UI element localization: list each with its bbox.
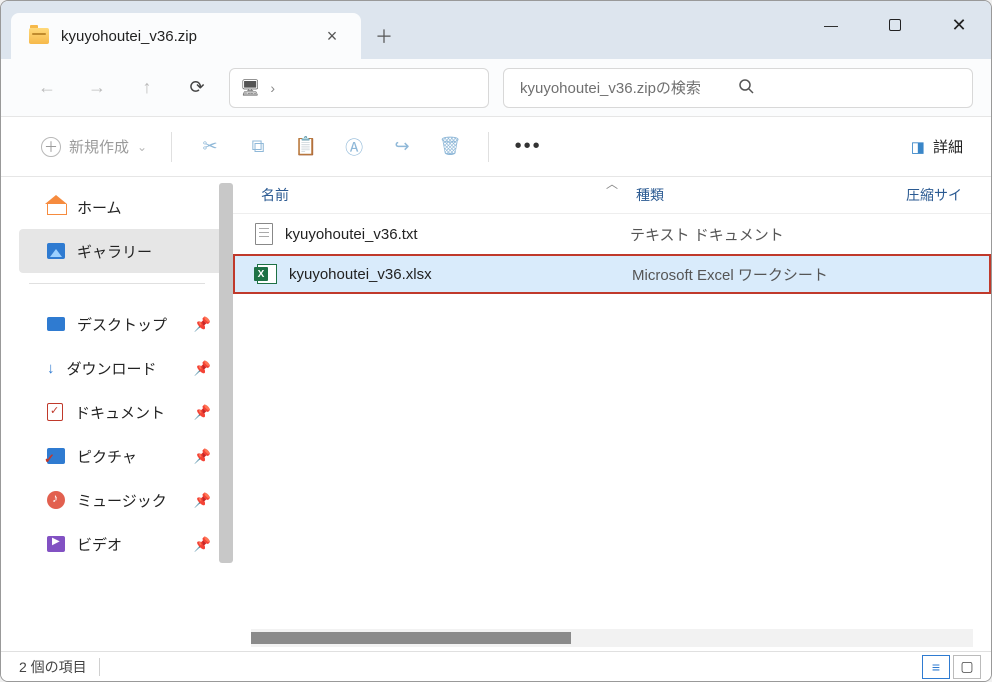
sidebar: ホーム ギャラリー デスクトップ 📌 ↓ ダウンロード 📌 ドキュメント 📌 [1, 177, 233, 651]
more-button[interactable]: ••• [503, 135, 553, 158]
column-name[interactable]: 名前 [261, 185, 636, 205]
plus-circle-icon: ＋ [41, 137, 61, 157]
pin-icon[interactable]: 📌 [194, 316, 211, 333]
home-icon [47, 199, 65, 215]
back-button[interactable]: ← [29, 70, 65, 106]
new-button[interactable]: ＋ 新規作成 ⌄ [31, 130, 157, 163]
chevron-down-icon: ⌄ [137, 140, 147, 154]
sidebar-item-documents[interactable]: ドキュメント 📌 [1, 390, 233, 434]
separator [99, 658, 100, 676]
close-tab-icon[interactable]: × [317, 21, 347, 51]
titlebar: kyuyohoutei_v36.zip × ＋ ― ✕ [1, 1, 991, 59]
new-tab-button[interactable]: ＋ [361, 13, 407, 59]
sidebar-item-pictures[interactable]: ピクチャ 📌 [1, 434, 233, 478]
chevron-right-icon: › [270, 80, 275, 96]
gallery-icon [47, 243, 65, 259]
video-icon [47, 536, 65, 552]
item-count: 2 個の項目 [19, 657, 87, 677]
column-type[interactable]: 種類 [636, 185, 906, 205]
separator [171, 132, 172, 162]
collapse-handle-icon[interactable]: ︿ [606, 175, 618, 192]
sidebar-label: ダウンロード [67, 358, 157, 379]
new-label: 新規作成 [69, 136, 129, 157]
pin-icon[interactable]: 📌 [194, 492, 211, 509]
sidebar-item-desktop[interactable]: デスクトップ 📌 [1, 302, 233, 346]
tab-title: kyuyohoutei_v36.zip [61, 28, 305, 45]
pin-icon[interactable]: 📌 [194, 536, 211, 553]
tab-active[interactable]: kyuyohoutei_v36.zip × [11, 13, 361, 59]
file-name: kyuyohoutei_v36.txt [285, 226, 418, 243]
details-icon: ◨ [911, 138, 925, 156]
desktop-icon [47, 317, 65, 331]
close-window-button[interactable]: ✕ [927, 1, 991, 49]
file-row[interactable]: kyuyohoutei_v36.txt テキスト ドキュメント [233, 214, 991, 254]
document-icon [47, 403, 63, 421]
window-controls: ― ✕ [799, 1, 991, 49]
share-icon[interactable]: ↪ [378, 127, 426, 167]
horizontal-scrollbar[interactable] [251, 629, 973, 647]
toolbar: ＋ 新規作成 ⌄ ✂ ⧉ 📋 Ⓐ ↪ 🗑 ••• ◨ 詳細 [1, 117, 991, 177]
explorer-window: kyuyohoutei_v36.zip × ＋ ― ✕ ← → ↑ ⟳ 🖥 › … [0, 0, 992, 682]
pc-icon: 🖥 [240, 78, 260, 98]
address-bar[interactable]: 🖥 › [229, 68, 489, 108]
sidebar-label: ギャラリー [77, 241, 152, 262]
statusbar: 2 個の項目 ≡ ▢ [1, 651, 991, 681]
sidebar-label: ビデオ [77, 534, 122, 555]
navbar: ← → ↑ ⟳ 🖥 › kyuyohoutei_v36.zipの検索 [1, 59, 991, 117]
sidebar-label: ピクチャ [77, 446, 137, 467]
view-details-button[interactable]: ≡ [922, 655, 950, 679]
sidebar-item-gallery[interactable]: ギャラリー [19, 229, 227, 273]
sidebar-item-music[interactable]: ミュージック 📌 [1, 478, 233, 522]
up-button[interactable]: ↑ [129, 70, 165, 106]
sidebar-label: デスクトップ [77, 314, 167, 335]
file-type: Microsoft Excel ワークシート [632, 264, 989, 285]
xlsx-file-icon [257, 264, 277, 284]
pin-icon[interactable]: 📌 [194, 360, 211, 377]
download-icon: ↓ [47, 360, 55, 377]
content-area: ホーム ギャラリー デスクトップ 📌 ↓ ダウンロード 📌 ドキュメント 📌 [1, 177, 991, 651]
minimize-button[interactable]: ― [799, 1, 863, 49]
sidebar-scrollbar[interactable] [219, 183, 233, 563]
details-pane-button[interactable]: ◨ 詳細 [901, 130, 973, 163]
copy-icon[interactable]: ⧉ [234, 127, 282, 167]
pictures-icon [47, 448, 65, 464]
pin-icon[interactable]: 📌 [194, 448, 211, 465]
column-compressed-size[interactable]: 圧縮サイ [906, 185, 991, 205]
pin-icon[interactable]: 📌 [194, 404, 211, 421]
sidebar-item-downloads[interactable]: ↓ ダウンロード 📌 [1, 346, 233, 390]
maximize-button[interactable] [863, 1, 927, 49]
refresh-button[interactable]: ⟳ [179, 70, 215, 106]
sidebar-item-videos[interactable]: ビデオ 📌 [1, 522, 233, 566]
txt-file-icon [255, 223, 273, 245]
details-label: 詳細 [933, 136, 963, 157]
paste-icon[interactable]: 📋 [282, 127, 330, 167]
sidebar-label: ドキュメント [75, 402, 165, 423]
main-panel: ︿ 名前 種類 圧縮サイ kyuyohoutei_v36.txt テキスト ドキ… [233, 177, 991, 651]
search-placeholder: kyuyohoutei_v36.zipの検索 [520, 77, 738, 98]
sidebar-label: ミュージック [77, 490, 167, 511]
sidebar-separator [29, 283, 205, 284]
search-icon [738, 78, 956, 98]
sidebar-item-home[interactable]: ホーム [1, 185, 233, 229]
file-type: テキスト ドキュメント [630, 224, 991, 245]
delete-icon[interactable]: 🗑 [426, 127, 474, 167]
file-list: kyuyohoutei_v36.txt テキスト ドキュメント kyuyohou… [233, 214, 991, 629]
file-name: kyuyohoutei_v36.xlsx [289, 266, 432, 283]
cut-icon[interactable]: ✂ [186, 127, 234, 167]
file-row[interactable]: kyuyohoutei_v36.xlsx Microsoft Excel ワーク… [233, 254, 991, 294]
sidebar-label: ホーム [77, 197, 122, 218]
search-box[interactable]: kyuyohoutei_v36.zipの検索 [503, 68, 973, 108]
rename-icon[interactable]: Ⓐ [330, 127, 378, 167]
music-icon [47, 491, 65, 509]
forward-button[interactable]: → [79, 70, 115, 106]
separator [488, 132, 489, 162]
zip-folder-icon [29, 28, 49, 44]
view-large-icons-button[interactable]: ▢ [953, 655, 981, 679]
